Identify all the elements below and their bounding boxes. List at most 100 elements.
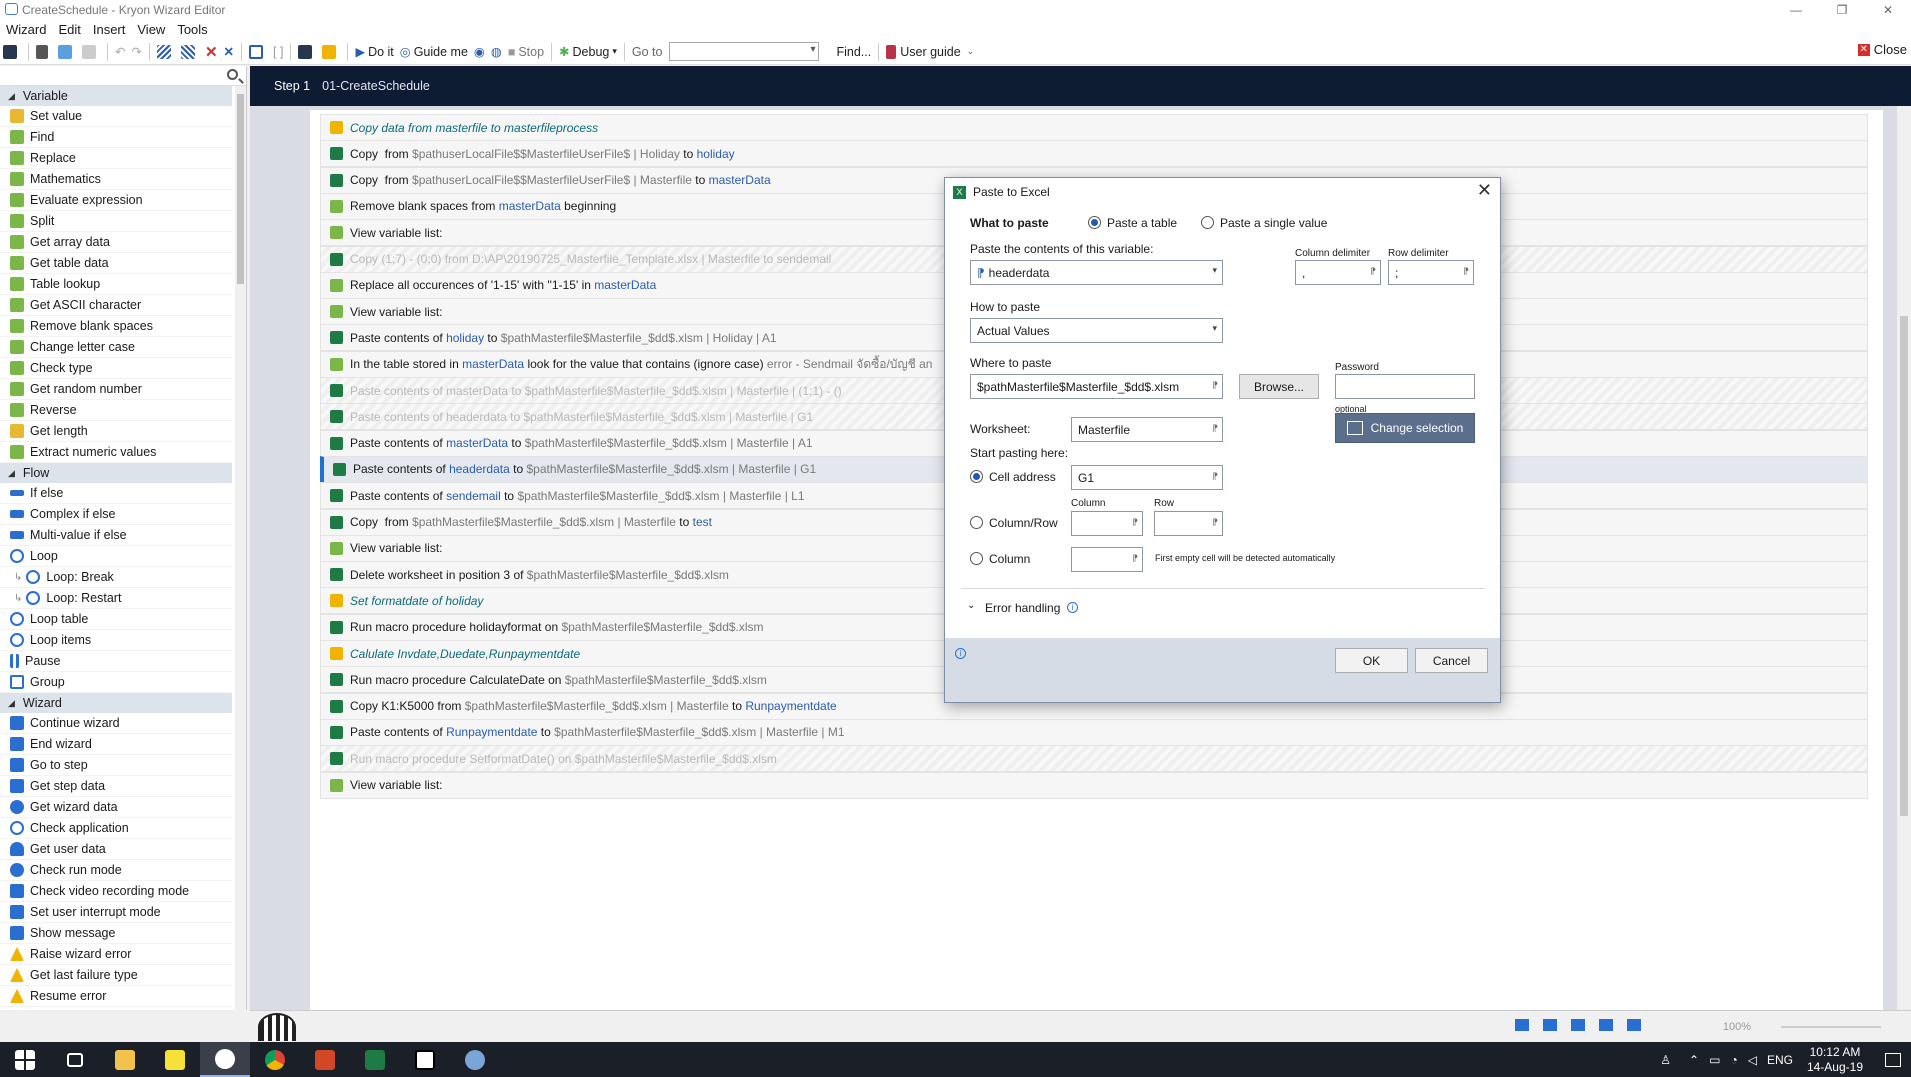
sidebar-item-split[interactable]: Split bbox=[0, 211, 232, 232]
step-number[interactable]: Step 1 bbox=[274, 79, 310, 93]
category-wizard[interactable]: ◢ Wizard bbox=[0, 693, 232, 713]
action-row[interactable]: Copy from $pathuserLocalFile$$Masterfile… bbox=[320, 140, 1868, 168]
sidebar-item-interrupt-mode[interactable]: Set user interrupt mode bbox=[0, 902, 232, 923]
column-only-field[interactable]: ⁋ bbox=[1071, 547, 1143, 572]
do-it-button[interactable]: ▶ Do it bbox=[352, 41, 396, 63]
sidebar-item-loop-table[interactable]: Loop table bbox=[0, 609, 232, 630]
delete-button[interactable]: ✕ bbox=[202, 41, 221, 63]
clipboard-button[interactable] bbox=[295, 41, 319, 63]
tree-view-icon[interactable] bbox=[1543, 1019, 1557, 1031]
step-name[interactable]: 01-CreateSchedule bbox=[322, 79, 430, 93]
sidebar-item-get-user-data[interactable]: Get user data bbox=[0, 839, 232, 860]
sidebar-item-check-application[interactable]: Check application bbox=[0, 818, 232, 839]
sidebar-item-remove-blank[interactable]: Remove blank spaces bbox=[0, 316, 232, 337]
clear-button[interactable]: ✕ bbox=[221, 41, 237, 63]
guide-me-button[interactable]: ◎ Guide me bbox=[397, 41, 471, 63]
paste-table-radio[interactable] bbox=[1088, 216, 1101, 229]
row-field[interactable]: ⁋ bbox=[1154, 511, 1223, 536]
variable-pin-icon[interactable]: ⁋ bbox=[1370, 266, 1376, 277]
undo-button[interactable]: ↶ bbox=[112, 41, 128, 63]
taskbar-sticky-notes[interactable] bbox=[150, 1042, 200, 1077]
variable-pin-icon[interactable]: ⁋ bbox=[1132, 517, 1138, 528]
sidebar-item-table-lookup[interactable]: Table lookup bbox=[0, 274, 232, 295]
close-icon[interactable]: ✕ bbox=[1477, 180, 1492, 201]
category-flow[interactable]: ◢ Flow bbox=[0, 463, 232, 483]
taskbar-chrome[interactable] bbox=[250, 1042, 300, 1077]
variable-token[interactable]: masterData bbox=[709, 173, 771, 187]
paste-single-label[interactable]: Paste a single value bbox=[1220, 216, 1327, 230]
cell-address-field[interactable]: G1 ⁋ bbox=[1071, 465, 1223, 490]
sidebar-item-replace[interactable]: Replace bbox=[0, 148, 232, 169]
cell-address-radio[interactable] bbox=[970, 470, 983, 483]
column-delimiter-field[interactable]: , ⁋ bbox=[1295, 260, 1381, 285]
menu-view[interactable]: View bbox=[131, 22, 171, 37]
taskbar-powerpoint[interactable] bbox=[300, 1042, 350, 1077]
variable-token[interactable]: Runpaymentdate bbox=[446, 725, 537, 739]
start-button[interactable] bbox=[0, 1042, 50, 1077]
ok-button[interactable]: OK bbox=[1335, 648, 1408, 673]
variable-token[interactable]: masterData bbox=[499, 199, 561, 213]
debug-button[interactable]: ✱ Debug ▾ bbox=[556, 41, 620, 63]
browse-button[interactable]: Browse... bbox=[1239, 374, 1319, 399]
taskbar-file-explorer[interactable] bbox=[100, 1042, 150, 1077]
action-row[interactable]: Paste contents of Runpaymentdate to $pat… bbox=[320, 718, 1868, 746]
sidebar-item-loop-restart[interactable]: ↳ Loop: Restart bbox=[0, 588, 232, 609]
help-icon[interactable]: i bbox=[955, 648, 966, 659]
sidebar-item-get-table-data[interactable]: Get table data bbox=[0, 253, 232, 274]
search-icon[interactable] bbox=[227, 69, 238, 80]
sidebar-item-set-value[interactable]: Set value bbox=[0, 106, 232, 127]
clock[interactable]: 10:12 AM 14-Aug-19 bbox=[1807, 1045, 1863, 1075]
variable-pin-icon[interactable]: ⁋ bbox=[1132, 553, 1138, 564]
battery-icon[interactable]: ▭ bbox=[1709, 1053, 1720, 1067]
overflow-icon[interactable]: ⌄ bbox=[964, 41, 978, 63]
restore-icon[interactable]: ❐ bbox=[1819, 0, 1865, 19]
sidebar-item-multi-if[interactable]: Multi-value if else bbox=[0, 525, 232, 546]
volume-icon[interactable]: ◁ bbox=[1748, 1053, 1757, 1067]
sidebar-item-check-type[interactable]: Check type bbox=[0, 358, 232, 379]
variable-token[interactable]: sendemail bbox=[446, 489, 501, 503]
sidebar-item-loop-items[interactable]: Loop items bbox=[0, 630, 232, 651]
grid-view-icon[interactable] bbox=[1571, 1019, 1585, 1031]
stop-button[interactable]: ■ Stop bbox=[505, 41, 547, 63]
menu-insert[interactable]: Insert bbox=[87, 22, 132, 37]
find-button[interactable]: Find... bbox=[833, 41, 874, 63]
variable-pin-icon[interactable]: ⁋ bbox=[1212, 380, 1218, 391]
sidebar-scrollbar[interactable] bbox=[235, 86, 246, 1010]
cell-address-label[interactable]: Cell address bbox=[989, 470, 1056, 484]
menu-edit[interactable]: Edit bbox=[52, 22, 86, 37]
sidebar-item-continue-wizard[interactable]: Continue wizard bbox=[0, 713, 232, 734]
cut-button[interactable] bbox=[33, 41, 55, 63]
list-view-icon[interactable] bbox=[1515, 1019, 1529, 1031]
column-row-radio[interactable] bbox=[970, 516, 983, 529]
variable-token[interactable]: masterData bbox=[594, 278, 656, 292]
sidebar-item-get-wizard-data[interactable]: Get wizard data bbox=[0, 797, 232, 818]
hierarchy-view-icon[interactable] bbox=[1627, 1019, 1641, 1031]
sidebar-item-pause[interactable]: Pause bbox=[0, 651, 232, 672]
variable-token[interactable]: test bbox=[693, 515, 712, 529]
redo-button[interactable]: ↷ bbox=[128, 41, 144, 63]
variable-token[interactable]: holiday bbox=[446, 331, 484, 345]
chevron-up-icon[interactable]: ⌃ bbox=[1689, 1053, 1699, 1067]
action-row[interactable]: Run macro procedure SetformatDate() on $… bbox=[320, 745, 1868, 773]
sidebar-item-if-else[interactable]: If else bbox=[0, 483, 232, 504]
sidebar-item-check-run-mode[interactable]: Check run mode bbox=[0, 860, 232, 881]
info-icon[interactable]: i bbox=[1067, 602, 1078, 613]
minimize-icon[interactable]: — bbox=[1773, 0, 1819, 19]
copy-button[interactable] bbox=[55, 41, 79, 63]
go-to-dropdown[interactable] bbox=[669, 42, 820, 61]
sidebar-item-show-message[interactable]: Show message bbox=[0, 923, 232, 944]
variable-pin-icon[interactable]: ⁋ bbox=[1212, 471, 1218, 482]
note-button[interactable] bbox=[319, 41, 343, 63]
column-label[interactable]: Column bbox=[989, 552, 1030, 566]
sidebar-item-end-wizard[interactable]: End wizard bbox=[0, 734, 232, 755]
task-view-button[interactable] bbox=[50, 1042, 100, 1077]
variable-token[interactable]: holiday bbox=[697, 147, 735, 161]
sidebar-item-resume-error[interactable]: Resume error bbox=[0, 986, 232, 1007]
sidebar-item-find[interactable]: Find bbox=[0, 127, 232, 148]
error-handling-toggle[interactable]: Error handling bbox=[985, 601, 1060, 615]
taskbar-excel[interactable] bbox=[350, 1042, 400, 1077]
row-delimiter-field[interactable]: ; ⁋ bbox=[1388, 260, 1474, 285]
sidebar-item-get-step-data[interactable]: Get step data bbox=[0, 776, 232, 797]
variable-token[interactable]: Runpaymentdate bbox=[745, 699, 836, 713]
variable-token[interactable]: headerdata bbox=[449, 462, 510, 476]
